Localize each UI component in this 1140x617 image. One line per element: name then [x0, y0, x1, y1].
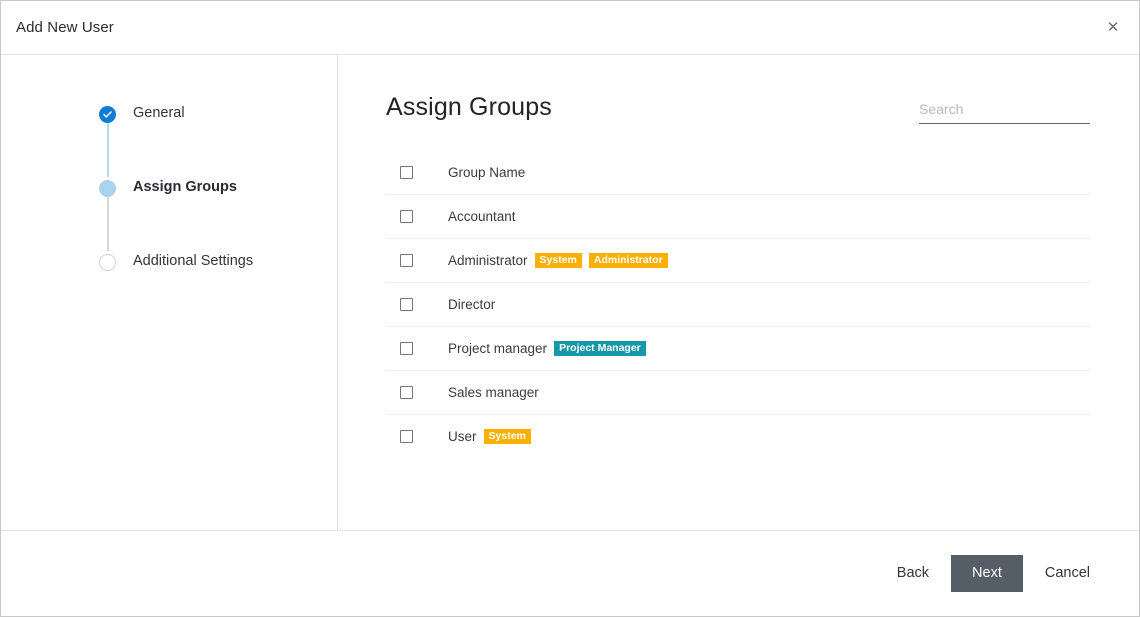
- step-assign-groups[interactable]: Assign Groups: [99, 177, 337, 251]
- close-icon[interactable]: ✕: [1093, 7, 1133, 47]
- table-header-row[interactable]: Group Name: [386, 151, 1090, 195]
- row-checkbox[interactable]: [400, 210, 413, 223]
- status-badge: Administrator: [588, 252, 668, 269]
- dialog-titlebar: Add New User ✕: [1, 1, 1139, 55]
- group-name-label: Accountant: [448, 209, 516, 224]
- status-badge: System: [534, 252, 582, 269]
- group-name-label: Administrator: [448, 253, 528, 268]
- step-connector: [107, 197, 109, 251]
- table-row[interactable]: Administrator System Administrator: [386, 239, 1090, 283]
- status-badge: System: [483, 428, 531, 445]
- row-badges: System Administrator: [534, 252, 668, 269]
- dot-icon: [99, 180, 116, 197]
- row-checkbox[interactable]: [400, 386, 413, 399]
- step-additional-settings[interactable]: Additional Settings: [99, 251, 337, 277]
- table-row[interactable]: Director: [386, 283, 1090, 327]
- row-checkbox[interactable]: [400, 298, 413, 311]
- group-name-label: Sales manager: [448, 385, 539, 400]
- cancel-button[interactable]: Cancel: [1029, 556, 1106, 591]
- next-button[interactable]: Next: [951, 555, 1023, 592]
- row-badges: System: [483, 428, 531, 445]
- back-button[interactable]: Back: [881, 556, 945, 591]
- step-general[interactable]: General: [99, 103, 337, 177]
- status-badge: Project Manager: [554, 340, 646, 357]
- search-field: [919, 101, 1090, 124]
- circle-outline-icon: [99, 254, 116, 271]
- group-name-label: User: [448, 429, 477, 444]
- step-label-additional-settings: Additional Settings: [133, 253, 254, 269]
- row-checkbox[interactable]: [400, 254, 413, 267]
- dialog-title: Add New User: [16, 19, 114, 36]
- table-row[interactable]: User System: [386, 415, 1090, 458]
- step-label-general: General: [133, 105, 185, 121]
- column-header-group-name: Group Name: [448, 165, 526, 180]
- wizard-content: Assign Groups Group Name Accountant: [338, 55, 1139, 530]
- table-row[interactable]: Project manager Project Manager: [386, 327, 1090, 371]
- group-name-label: Director: [448, 297, 496, 312]
- group-name-label: Project manager: [448, 341, 548, 356]
- table-row[interactable]: Sales manager: [386, 371, 1090, 415]
- dialog-footer: Back Next Cancel: [1, 530, 1139, 616]
- add-new-user-dialog: Add New User ✕ General Assign Groups Add…: [0, 0, 1140, 617]
- page-title: Assign Groups: [386, 93, 552, 121]
- step-label-assign-groups: Assign Groups: [133, 179, 237, 195]
- search-input[interactable]: [919, 101, 1090, 124]
- dialog-body: General Assign Groups Additional Setting…: [1, 55, 1139, 530]
- wizard-steps: General Assign Groups Additional Setting…: [99, 103, 337, 277]
- wizard-stepper-sidebar: General Assign Groups Additional Setting…: [1, 55, 338, 530]
- row-checkbox[interactable]: [400, 342, 413, 355]
- check-circle-icon: [99, 106, 116, 123]
- step-connector: [107, 123, 109, 177]
- select-all-checkbox[interactable]: [400, 166, 413, 179]
- groups-table: Group Name Accountant Administrator Syst…: [386, 151, 1090, 458]
- table-row[interactable]: Accountant: [386, 195, 1090, 239]
- row-badges: Project Manager: [554, 340, 646, 357]
- row-checkbox[interactable]: [400, 430, 413, 443]
- content-header: Assign Groups: [338, 55, 1139, 151]
